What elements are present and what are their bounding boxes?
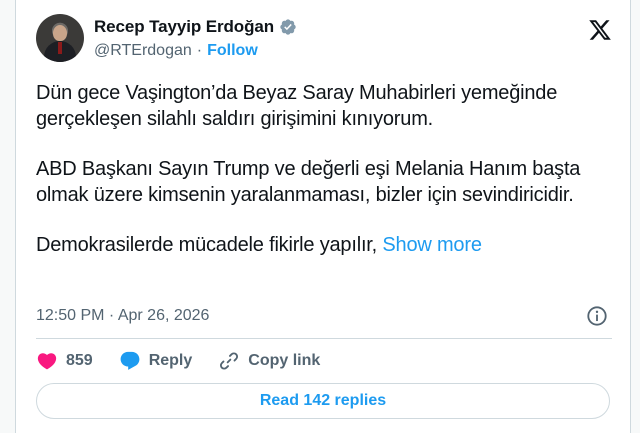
link-icon	[220, 352, 239, 370]
avatar[interactable]	[36, 14, 84, 62]
heart-icon	[37, 353, 57, 370]
reply-label: Reply	[148, 352, 193, 369]
separator-dot: ·	[196, 42, 203, 59]
show-more-link[interactable]: Show more	[382, 234, 482, 256]
verified-badge-icon	[280, 19, 296, 35]
tweet-paragraph-2: ABD Başkanı Sayın Trump ve değerli eşi M…	[36, 158, 581, 206]
tweet-meta: 12:50 PM · Apr 26, 2026	[36, 304, 612, 328]
like-count: 859	[66, 352, 93, 369]
tweet-actions: 859 Reply Copy link	[36, 348, 346, 374]
tweet-paragraph-3-text: Demokrasilerde mücadele fikirle yapılır,	[36, 234, 378, 256]
tweet-text: Dün gece Vaşington’da Beyaz Saray Muhabi…	[36, 80, 601, 258]
reply-bubble-icon	[120, 351, 140, 370]
author-handle-row: @RTErdogan · Follow	[94, 42, 258, 60]
tweet-header: Recep Tayyip Erdoğan @RTErdogan · Follow	[36, 14, 612, 68]
tweet-card: Recep Tayyip Erdoğan @RTErdogan · Follow…	[15, 0, 631, 433]
page-background-left	[0, 0, 15, 433]
copy-link-label: Copy link	[248, 352, 321, 369]
author-handle[interactable]: @RTErdogan	[94, 42, 192, 60]
reply-button[interactable]: Reply	[119, 350, 193, 372]
divider	[36, 338, 612, 339]
tweet-paragraph-3: Demokrasilerde mücadele fikirle yapılır,…	[36, 232, 601, 258]
read-replies-button[interactable]: Read 142 replies	[36, 383, 610, 419]
page-background-right	[631, 0, 640, 433]
author-name-row: Recep Tayyip Erdoğan	[94, 17, 297, 37]
tweet-timestamp[interactable]: 12:50 PM · Apr 26, 2026	[36, 307, 209, 325]
info-icon[interactable]	[586, 305, 608, 327]
like-button[interactable]: 859	[36, 350, 93, 372]
follow-button[interactable]: Follow	[207, 42, 258, 60]
author-name[interactable]: Recep Tayyip Erdoğan	[94, 17, 274, 37]
x-logo-icon[interactable]	[588, 18, 612, 42]
copy-link-button[interactable]: Copy link	[218, 350, 320, 372]
tweet-paragraph-1: Dün gece Vaşington’da Beyaz Saray Muhabi…	[36, 82, 558, 130]
